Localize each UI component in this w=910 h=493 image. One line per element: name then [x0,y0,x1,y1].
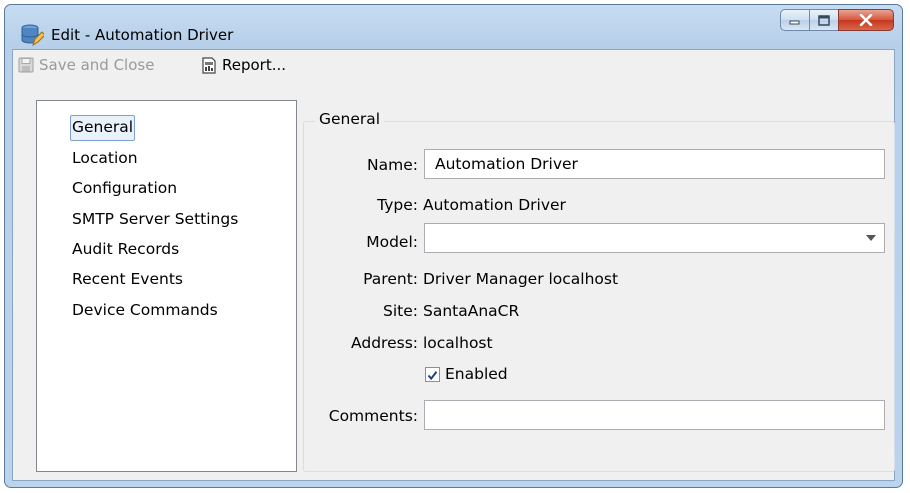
address-value: localhost [423,334,493,352]
maximize-button[interactable] [809,9,839,31]
general-group-title: General [315,110,385,128]
maximize-icon [818,14,830,26]
site-label: Site: [383,302,418,320]
window-client-area: Save and Close Report... General Locatio… [12,49,895,481]
save-and-close-label: Save and Close [39,56,155,74]
close-button[interactable] [838,9,894,31]
chevron-down-icon [866,235,876,241]
parent-value: Driver Manager localhost [423,270,619,288]
report-document-icon [202,56,216,74]
window-title: Edit - Automation Driver [51,26,234,44]
database-edit-icon [21,24,44,47]
checkmark-icon [427,371,438,381]
site-value: SantaAnaCR [423,302,520,320]
name-field[interactable]: Automation Driver [424,149,885,179]
minimize-button[interactable] [780,9,810,31]
edit-window: Edit - Automation Driver Save and Close [4,4,903,488]
nav-item-smtp-server-settings[interactable]: SMTP Server Settings [70,207,240,231]
type-value: Automation Driver [423,196,566,214]
nav-item-device-commands[interactable]: Device Commands [70,298,220,322]
address-label: Address: [351,334,418,352]
toolbar: Save and Close Report... [13,50,894,80]
type-label: Type: [377,196,418,214]
section-list: General Location Configuration SMTP Serv… [36,100,297,472]
nav-item-recent-events[interactable]: Recent Events [70,267,185,291]
nav-item-audit-records[interactable]: Audit Records [70,237,181,261]
save-and-close-button[interactable]: Save and Close [18,56,154,74]
minimize-icon [789,20,800,25]
nav-item-location[interactable]: Location [70,146,140,170]
parent-label: Parent: [363,270,418,288]
comments-field[interactable] [424,400,885,430]
model-combobox[interactable] [424,223,885,253]
name-label: Name: [367,156,418,174]
comments-label: Comments: [328,407,418,425]
floppy-disk-icon [18,57,34,73]
enabled-checkbox[interactable] [425,367,440,382]
model-label: Model: [366,233,418,251]
title-bar[interactable]: Edit - Automation Driver [5,5,902,51]
close-icon [859,14,873,26]
nav-item-configuration[interactable]: Configuration [70,176,179,200]
report-label: Report... [222,56,287,74]
report-button[interactable]: Report... [201,56,286,74]
enabled-label: Enabled [445,365,508,383]
window-controls [780,9,894,33]
nav-item-general[interactable]: General [70,115,136,141]
